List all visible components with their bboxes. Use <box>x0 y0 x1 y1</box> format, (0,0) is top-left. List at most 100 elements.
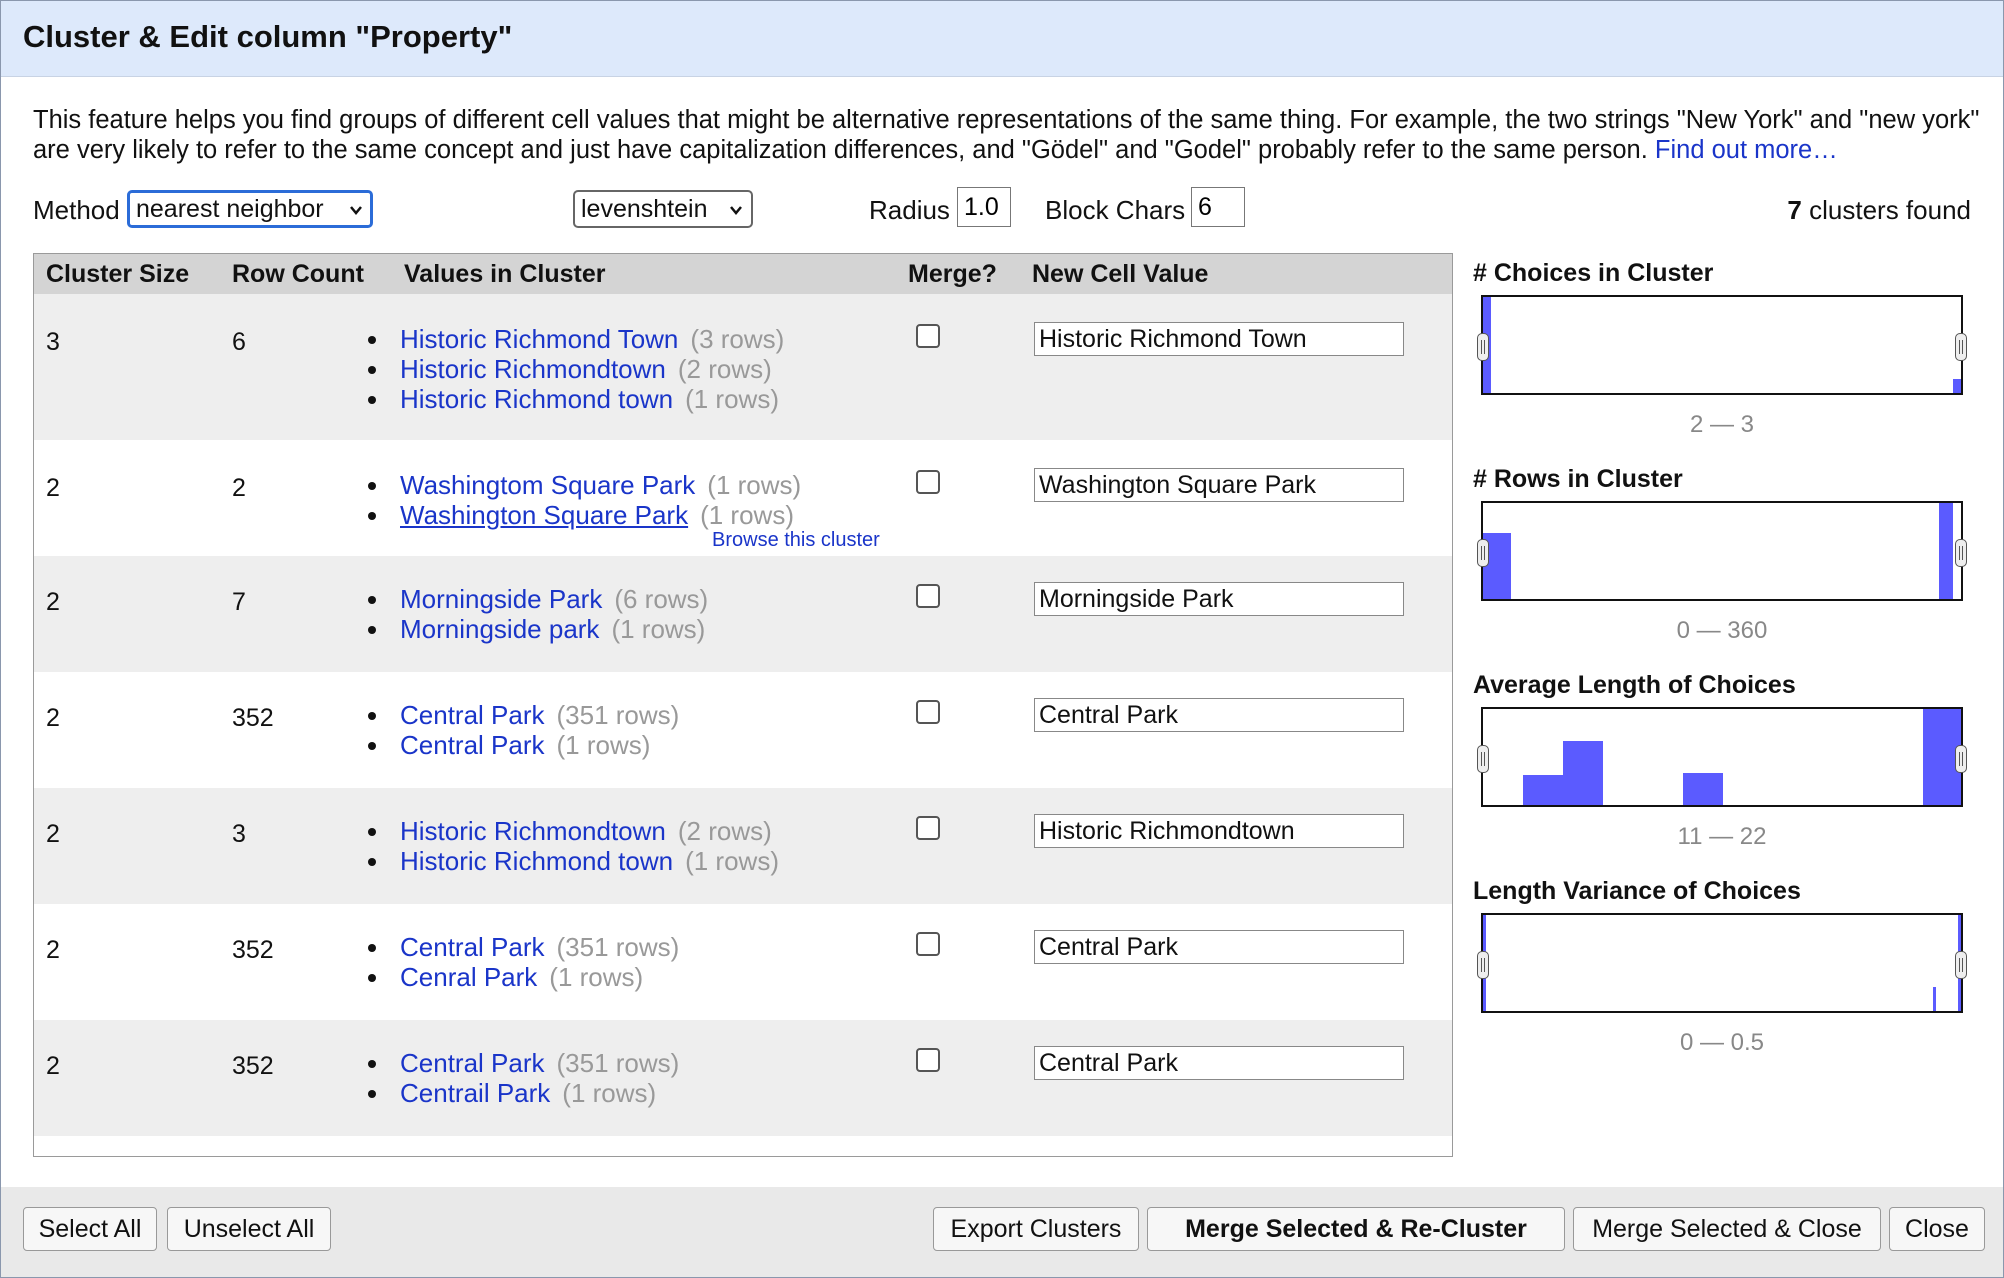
title-bar[interactable]: Cluster & Edit column "Property" <box>1 1 2003 77</box>
list-item: Central Park (351 rows) <box>367 932 680 962</box>
cluster-values: Central Park (351 rows) Central Park (1 ro… <box>367 700 679 760</box>
value-row-count: (2 rows) <box>677 354 772 384</box>
distance-function-select[interactable]: levenshtein <box>573 190 753 228</box>
list-item: Historic Richmondtown (2 rows) <box>368 816 779 846</box>
merge-close-button[interactable]: Merge Selected & Close <box>1573 1207 1881 1251</box>
merge-checkbox[interactable] <box>916 324 940 348</box>
merge-checkbox[interactable] <box>916 1048 940 1072</box>
merge-checkbox[interactable] <box>916 932 940 956</box>
cluster-value-link[interactable]: Historic Richmond town <box>400 846 673 876</box>
cluster-values: Morningside Park (6 rows) Morningside par… <box>367 584 709 644</box>
cluster-dialog: Cluster & Edit column "Property" This fe… <box>0 0 2004 1278</box>
find-out-more-link[interactable]: Find out more… <box>1655 136 1838 164</box>
cluster-values: Central Park (351 rows) Centrail Park (1 r… <box>367 1048 679 1108</box>
rows-histogram[interactable] <box>1477 501 1967 601</box>
value-row-count: (2 rows) <box>677 816 772 846</box>
facet-title: Length Variance of Choices <box>1473 877 1801 905</box>
merge-recluster-button[interactable]: Merge Selected & Re-Cluster <box>1147 1207 1565 1251</box>
histogram-bar <box>1939 503 1953 599</box>
range-handle-left[interactable] <box>1477 745 1489 773</box>
new-cell-value-input[interactable] <box>1034 930 1404 964</box>
dialog-title: Cluster & Edit column "Property" <box>23 19 513 54</box>
facet-range: 0 — 360 <box>1676 617 1768 644</box>
clusters-table[interactable]: Cluster Size Row Count Values in Cluster… <box>33 253 1453 1157</box>
cluster-value-link[interactable]: Morningside Park <box>400 584 602 614</box>
clusters-found: 7 clusters found <box>1787 195 1971 226</box>
cluster-size: 2 <box>46 474 60 502</box>
list-item: Central Park (351 rows) <box>367 700 679 730</box>
value-row-count: (1 rows) <box>556 730 651 760</box>
value-row-count: (1 rows) <box>685 846 779 876</box>
merge-checkbox[interactable] <box>916 584 940 608</box>
unselect-all-button[interactable]: Unselect All <box>167 1207 331 1251</box>
new-cell-value-input[interactable] <box>1034 322 1404 356</box>
facet-range: 0 — 0.5 <box>1679 1029 1765 1056</box>
cluster-value-link[interactable]: Central Park <box>400 1048 545 1078</box>
new-cell-value-input[interactable] <box>1034 582 1404 616</box>
value-row-count: (1 rows) <box>685 384 779 414</box>
merge-checkbox[interactable] <box>916 816 940 840</box>
block-chars-input[interactable] <box>1191 187 1245 227</box>
header-cluster-size: Cluster Size <box>46 260 190 288</box>
list-item: Historic Richmond town (1 rows) <box>368 846 779 876</box>
range-handle-right[interactable] <box>1955 539 1967 567</box>
range-handle-right[interactable] <box>1955 333 1967 361</box>
list-item: Central Park (1 rows) <box>367 730 679 760</box>
cluster-value-link[interactable]: Historic Richmond Town <box>400 324 678 354</box>
range-handle-left[interactable] <box>1477 951 1489 979</box>
range-handle-left[interactable] <box>1477 539 1489 567</box>
cluster-values: Central Park (351 rows) Cenral Park (1 row… <box>367 932 680 992</box>
cluster-value-link[interactable]: Washington Square Park <box>400 500 688 530</box>
cluster-value-link[interactable]: Historic Richmondtown <box>400 354 666 384</box>
range-handle-left[interactable] <box>1477 333 1489 361</box>
value-row-count: (1 rows) <box>707 470 802 500</box>
export-clusters-button[interactable]: Export Clusters <box>933 1207 1139 1251</box>
cluster-values: Washingtom Square Park (1 rows) Washingto… <box>367 470 802 530</box>
histogram-bar <box>1933 987 1936 1011</box>
cluster-value-link[interactable]: Washingtom Square Park <box>400 470 695 500</box>
value-row-count: (351 rows) <box>556 932 680 962</box>
list-item: Cenral Park (1 rows) <box>367 962 679 992</box>
list-item: Historic Richmond Town (3 rows) <box>367 324 784 354</box>
histogram-bar <box>1683 773 1723 805</box>
new-cell-value-input[interactable] <box>1034 814 1404 848</box>
choices-histogram[interactable] <box>1477 295 1967 395</box>
cluster-value-link[interactable]: Historic Richmond town <box>400 384 673 414</box>
header-new-cell-value: New Cell Value <box>1032 260 1209 288</box>
select-all-button[interactable]: Select All <box>23 1207 157 1251</box>
table-row: 2 352 Central Park (351 rows) Centrail Pa… <box>34 1020 1452 1136</box>
value-row-count: (1 rows) <box>611 614 706 644</box>
cluster-value-link[interactable]: Central Park <box>400 932 545 962</box>
cluster-size: 2 <box>46 1052 60 1080</box>
cluster-value-link[interactable]: Morningside park <box>400 614 599 644</box>
row-count: 6 <box>232 328 246 356</box>
table-row: 2 352 Central Park (351 rows) Central Par… <box>34 672 1452 788</box>
table-row: 3 6 Historic Richmond Town (3 rows) Histo… <box>34 294 1452 440</box>
cluster-value-link[interactable]: Historic Richmondtown <box>400 816 666 846</box>
cluster-value-link[interactable]: Centrail Park <box>400 1078 550 1108</box>
histogram-bar <box>1953 379 1961 393</box>
radius-input[interactable] <box>957 187 1011 227</box>
new-cell-value-input[interactable] <box>1034 698 1404 732</box>
value-row-count: (6 rows) <box>614 584 709 614</box>
cluster-value-link[interactable]: Central Park <box>400 700 545 730</box>
close-button[interactable]: Close <box>1889 1207 1985 1251</box>
cluster-size: 2 <box>46 820 60 848</box>
clusters-found-text: clusters found <box>1809 195 1971 225</box>
merge-checkbox[interactable] <box>916 470 940 494</box>
dialog-footer: Select All Unselect All Export Clusters … <box>1 1187 2003 1277</box>
list-item: Centrail Park (1 rows) <box>367 1078 679 1108</box>
new-cell-value-input[interactable] <box>1034 1046 1404 1080</box>
cluster-value-link[interactable]: Cenral Park <box>400 962 537 992</box>
length-variance-histogram[interactable] <box>1477 913 1967 1013</box>
new-cell-value-input[interactable] <box>1034 468 1404 502</box>
facet-range: 2 — 3 <box>1689 411 1755 438</box>
header-values-in-cluster: Values in Cluster <box>404 260 606 288</box>
range-handle-right[interactable] <box>1955 951 1967 979</box>
method-select[interactable]: nearest neighbor <box>127 190 373 228</box>
merge-checkbox[interactable] <box>916 700 940 724</box>
avg-length-histogram[interactable] <box>1477 707 1967 807</box>
cluster-value-link[interactable]: Central Park <box>400 730 545 760</box>
range-handle-right[interactable] <box>1955 745 1967 773</box>
browse-cluster-link[interactable]: Browse this cluster <box>712 529 880 552</box>
